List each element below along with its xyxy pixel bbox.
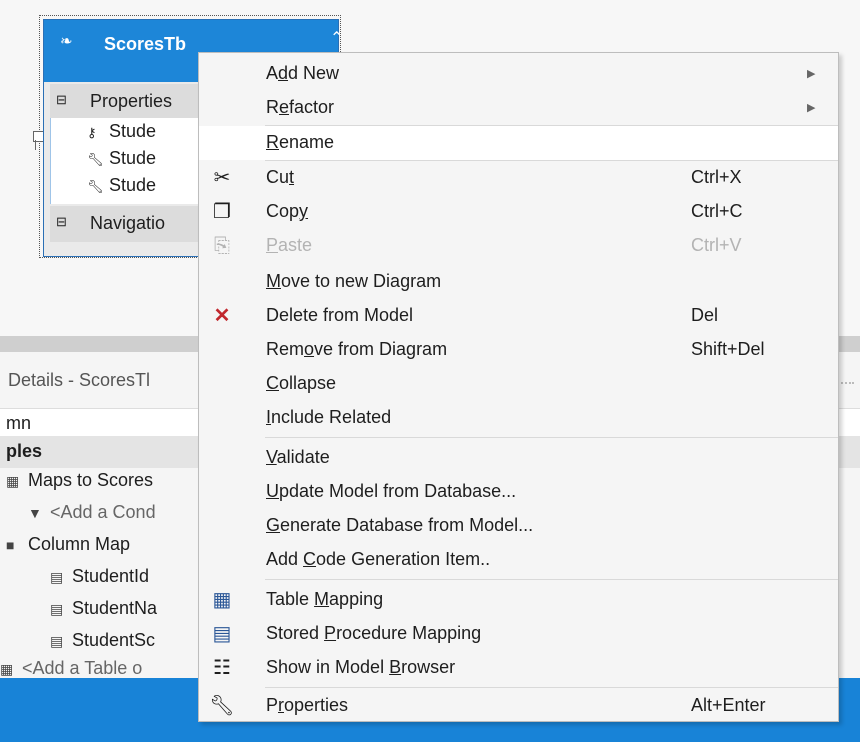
mapping-row-label: StudentNa bbox=[72, 598, 158, 618]
menu-item-label: Show in Model Browser bbox=[266, 657, 456, 677]
mapping-row[interactable]: ▤ StudentNa bbox=[50, 598, 157, 630]
filter-icon: ▼ bbox=[28, 505, 42, 521]
stored-procedure-icon: ▤ bbox=[212, 623, 232, 645]
properties-section-label: Properties bbox=[90, 91, 173, 111]
menu-item-label: Properties bbox=[266, 695, 349, 715]
menu-item-generate-database[interactable]: Generate Database from Model... bbox=[199, 509, 838, 543]
menu-item-label: Delete from Model bbox=[266, 305, 414, 325]
submenu-arrow-icon: ▶ bbox=[807, 68, 816, 80]
column-header-label: mn bbox=[6, 413, 32, 433]
mapping-row[interactable]: ▼ <Add a Cond bbox=[28, 502, 156, 534]
menu-item-include-related[interactable]: Include Related bbox=[199, 401, 838, 435]
menu-item-delete-from-model[interactable]: ✕ Delete from Model Del bbox=[199, 299, 838, 333]
copy-icon: ❐ bbox=[213, 201, 231, 223]
mapping-row-label: StudentSc bbox=[72, 630, 156, 650]
submenu-arrow-icon: ▶ bbox=[807, 102, 816, 114]
scissors-icon: ✂ bbox=[213, 167, 231, 189]
menu-item-label: Add Code Generation Item.. bbox=[266, 549, 491, 569]
navigation-section-label: Navigatio bbox=[90, 213, 166, 233]
entity-type-icon: ❧ bbox=[60, 33, 73, 50]
paste-icon: ⎘ bbox=[214, 235, 230, 257]
menu-item-validate[interactable]: Validate bbox=[199, 441, 838, 475]
menu-item-label: Move to new Diagram bbox=[266, 271, 442, 291]
property-name: Stude bbox=[109, 175, 157, 195]
property-name: Stude bbox=[109, 121, 157, 141]
menu-item-label: Remove from Diagram bbox=[266, 339, 448, 359]
mapping-row-label: Column Map bbox=[28, 534, 131, 554]
mapping-row-label: Maps to Scores bbox=[28, 470, 154, 490]
details-pane-title: Details - ScoresTl bbox=[8, 370, 151, 390]
menu-shortcut: Alt+Enter bbox=[691, 695, 766, 715]
table-mapping-icon: ▦ bbox=[212, 589, 232, 611]
mapping-row-label: <Add a Cond bbox=[50, 502, 156, 522]
context-menu: Add New ▶ Refactor ▶ Rename ✂ Cut Ctrl+X… bbox=[198, 52, 839, 722]
property-name: Stude bbox=[109, 148, 157, 168]
menu-item-properties[interactable]: 🔧︎ Properties Alt+Enter bbox=[199, 689, 838, 723]
menu-item-label: Generate Database from Model... bbox=[266, 515, 534, 535]
menu-item-label: Stored Procedure Mapping bbox=[266, 623, 482, 643]
menu-item-label: Paste bbox=[266, 235, 313, 255]
folder-icon: ■ bbox=[6, 537, 15, 553]
minus-icon[interactable]: ⊟ bbox=[56, 92, 67, 108]
menu-item-collapse[interactable]: Collapse bbox=[199, 367, 838, 401]
model-browser-icon: ☷ bbox=[213, 657, 231, 679]
menu-item-label: Cut bbox=[266, 167, 295, 187]
wrench-icon: 🔧︎ bbox=[87, 152, 104, 167]
menu-item-label: Collapse bbox=[266, 373, 337, 393]
wrench-icon: 🔧︎ bbox=[209, 695, 235, 717]
menu-item-move-to-new-diagram[interactable]: Move to new Diagram bbox=[199, 265, 838, 299]
property-item[interactable]: 🔧︎ Stude bbox=[87, 148, 156, 169]
mapping-row[interactable]: ▤ StudentId bbox=[50, 566, 149, 598]
menu-item-label: Validate bbox=[266, 447, 330, 467]
menu-item-label: Include Related bbox=[266, 407, 392, 427]
menu-item-label: Copy bbox=[266, 201, 309, 221]
menu-shortcut: Del bbox=[691, 305, 719, 325]
menu-shortcut: Ctrl+V bbox=[691, 235, 742, 255]
menu-shortcut: Shift+Del bbox=[691, 339, 765, 359]
key-icon: ⚷ bbox=[87, 125, 97, 140]
menu-item-copy[interactable]: ❐ Copy Ctrl+C bbox=[199, 195, 838, 229]
menu-item-table-mapping[interactable]: ▦ Table Mapping bbox=[199, 583, 838, 617]
entity-title: ScoresTb bbox=[104, 34, 187, 54]
menu-item-show-in-model-browser[interactable]: ☷ Show in Model Browser bbox=[199, 651, 838, 685]
menu-separator bbox=[265, 687, 838, 688]
connector-line bbox=[35, 140, 36, 150]
mapping-row-label: StudentId bbox=[72, 566, 150, 586]
column-icon: ▤ bbox=[50, 633, 64, 649]
menu-item-remove-from-diagram[interactable]: Remove from Diagram Shift+Del bbox=[199, 333, 838, 367]
delete-icon: ✕ bbox=[213, 305, 231, 327]
menu-item-update-model[interactable]: Update Model from Database... bbox=[199, 475, 838, 509]
mapping-row[interactable]: ■ Column Map bbox=[6, 534, 130, 566]
group-label: ples bbox=[6, 441, 43, 461]
wrench-icon: 🔧︎ bbox=[87, 179, 104, 194]
menu-separator bbox=[265, 579, 838, 580]
mapping-row[interactable]: ▦ Maps to Scores bbox=[6, 470, 153, 502]
menu-separator bbox=[265, 437, 838, 438]
collapse-chevron-icon[interactable]: ⌃ bbox=[330, 28, 343, 48]
column-icon: ▤ bbox=[50, 601, 64, 617]
menu-item-paste[interactable]: ⎘ Paste Ctrl+V bbox=[199, 229, 838, 263]
menu-item-label: Table Mapping bbox=[266, 589, 384, 609]
mapping-row-label: <Add a Table o bbox=[22, 658, 143, 678]
minus-icon[interactable]: ⊟ bbox=[56, 214, 67, 230]
table-icon: ▦ bbox=[0, 661, 14, 677]
menu-item-label: Refactor bbox=[266, 97, 335, 117]
menu-item-refactor[interactable]: Refactor ▶ bbox=[199, 91, 838, 125]
table-icon: ▦ bbox=[6, 473, 20, 489]
menu-shortcut: Ctrl+X bbox=[691, 167, 742, 187]
mapping-row[interactable]: ▦ <Add a Table o bbox=[0, 658, 142, 678]
menu-item-stored-procedure-mapping[interactable]: ▤ Stored Procedure Mapping bbox=[199, 617, 838, 651]
menu-item-rename[interactable]: Rename bbox=[199, 126, 838, 160]
menu-item-label: Rename bbox=[266, 132, 335, 152]
menu-shortcut: Ctrl+C bbox=[691, 201, 743, 221]
key-column-icon: ▤ bbox=[50, 569, 64, 585]
menu-item-add-new[interactable]: Add New ▶ bbox=[199, 57, 838, 91]
menu-item-label: Add New bbox=[266, 63, 340, 83]
menu-item-label: Update Model from Database... bbox=[266, 481, 517, 501]
property-item[interactable]: ⚷ Stude bbox=[87, 121, 156, 142]
property-item[interactable]: 🔧︎ Stude bbox=[87, 175, 156, 196]
menu-item-add-code-generation[interactable]: Add Code Generation Item.. bbox=[199, 543, 838, 577]
menu-item-cut[interactable]: ✂ Cut Ctrl+X bbox=[199, 161, 838, 195]
